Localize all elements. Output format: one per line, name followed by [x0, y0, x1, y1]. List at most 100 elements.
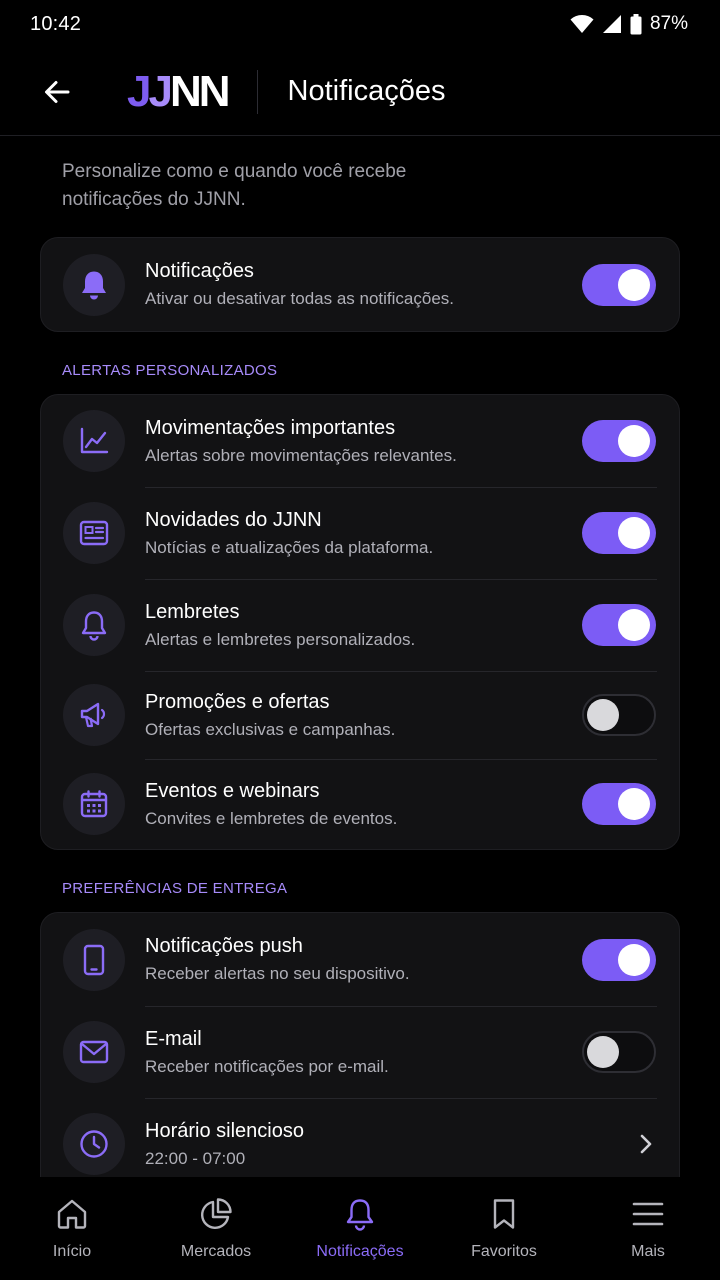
toggle-knob [618, 268, 650, 301]
megaphone-icon [80, 702, 106, 728]
nav-item-mais[interactable]: Mais [578, 1197, 718, 1261]
nav-label: Início [52, 1243, 92, 1260]
row-text: Novidades do JJNN Notícias e atualizaçõe… [145, 507, 433, 560]
nav-item-favoritos[interactable]: Favoritos [434, 1197, 574, 1261]
row-subtitle: Notícias e atualizações da plataforma. [145, 537, 434, 557]
header-divider [256, 69, 258, 114]
icon-circle [63, 773, 125, 835]
menu-icon [632, 1202, 664, 1226]
toggle-knob [618, 943, 650, 976]
row-text: Promoções e ofertas Ofertas exclusivas e… [145, 689, 395, 742]
row-title: Notificações [145, 260, 254, 282]
alert-row-movimentacoes[interactable]: Movimentações importantes Alertas sobre … [41, 395, 679, 487]
notifications-screen: 10:42 87% J J NN Notificações Personalize … [0, 0, 720, 1280]
logo-letter-j2: J [148, 66, 173, 116]
chevron-right-icon [640, 1134, 652, 1154]
bookmark-icon [493, 1199, 515, 1229]
nav-label: Favoritos [471, 1243, 537, 1260]
alerts-card: Movimentações importantes Alertas sobre … [40, 394, 680, 850]
section-label-alerts: ALERTAS PERSONALIZADOS [62, 362, 278, 379]
icon-circle [63, 1021, 125, 1083]
smartphone-icon [83, 944, 105, 975]
newspaper-icon [79, 520, 109, 546]
battery-percent: 87% [649, 13, 688, 34]
app-header: J J NN Notificações [0, 48, 720, 136]
pie-chart-icon [200, 1198, 232, 1230]
toggle-lembretes[interactable] [582, 604, 656, 646]
master-notifications-row[interactable]: Notificações Ativar ou desativar todas a… [41, 238, 679, 331]
trending-chart-icon [80, 427, 109, 454]
toggle-knob [618, 517, 650, 549]
row-title: Eventos e webinars [145, 779, 320, 802]
row-subtitle: Convites e lembretes de eventos. [145, 808, 398, 828]
back-button[interactable] [29, 64, 85, 120]
wifi-icon [570, 15, 594, 33]
row-title: Novidades do JJNN [145, 508, 322, 531]
delivery-row-quiet-hours[interactable]: Horário silencioso 22:00 - 07:00 [41, 1098, 679, 1177]
row-text: E-mail Receber notificações por e-mail. [145, 1026, 389, 1079]
row-text: Lembretes Alertas e lembretes personaliz… [145, 599, 415, 652]
nav-item-mercados[interactable]: Mercados [146, 1197, 286, 1261]
status-indicators: 87% [570, 13, 688, 35]
alert-row-promocoes[interactable]: Promoções e ofertas Ofertas exclusivas e… [41, 671, 679, 759]
icon-circle [63, 1113, 125, 1175]
row-title: Lembretes [145, 600, 240, 623]
icon-circle [63, 502, 125, 564]
clock-icon [80, 1130, 108, 1158]
master-text: Notificações Ativar ou desativar todas a… [145, 258, 454, 311]
row-text: Notificações push Receber alertas no seu… [145, 933, 410, 986]
logo-letter-j1: J [127, 66, 152, 116]
toggle-knob [618, 788, 650, 820]
toggle-push[interactable] [582, 938, 656, 981]
icon-circle [63, 928, 125, 991]
row-title: Horário silencioso [145, 1119, 304, 1142]
battery-icon [630, 13, 642, 34]
alert-row-eventos[interactable]: Eventos e webinars Convites e lembretes … [41, 759, 679, 849]
jjnn-logo: J J NN [127, 66, 231, 116]
delivery-row-email[interactable]: E-mail Receber notificações por e-mail. [41, 1006, 679, 1098]
status-bar: 10:42 87% [0, 0, 720, 48]
toggle-promocoes[interactable] [582, 694, 656, 736]
row-subtitle: Ofertas exclusivas e campanhas. [145, 719, 396, 739]
home-icon [57, 1199, 87, 1229]
row-title: Movimentações importantes [145, 416, 396, 439]
master-notifications-toggle[interactable] [582, 263, 656, 306]
cellular-signal-icon [602, 15, 621, 33]
icon-circle [63, 684, 125, 746]
status-time: 10:42 [30, 12, 82, 35]
alert-row-novidades[interactable]: Novidades do JJNN Notícias e atualizaçõe… [41, 487, 679, 579]
arrow-left-icon [45, 80, 70, 103]
delivery-card: Notificações push Receber alertas no seu… [40, 912, 680, 1177]
nav-label: Notificações [316, 1243, 404, 1260]
mail-icon [79, 1040, 109, 1064]
master-icon-circle [63, 253, 125, 316]
bell-outline-icon [81, 611, 107, 641]
master-notifications-card: Notificações Ativar ou desativar todas a… [40, 237, 680, 332]
toggle-eventos[interactable] [582, 783, 656, 825]
bell-icon [82, 271, 106, 299]
toggle-knob [587, 699, 619, 731]
nav-label: Mercados [180, 1243, 252, 1260]
icon-circle [63, 410, 125, 472]
row-subtitle: Receber alertas no seu dispositivo. [145, 964, 410, 983]
nav-item-notificacoes[interactable]: Notificações [290, 1197, 430, 1261]
calendar-icon [80, 790, 108, 818]
toggle-movimentacoes[interactable] [582, 420, 656, 462]
row-title: E-mail [145, 1027, 202, 1050]
delivery-row-push[interactable]: Notificações push Receber alertas no seu… [41, 913, 679, 1006]
bell-icon [346, 1199, 374, 1231]
page-title: Notificações [287, 75, 446, 107]
nav-item-inicio[interactable]: Início [2, 1197, 142, 1261]
section-label-delivery: PREFERÊNCIAS DE ENTREGA [62, 880, 288, 897]
intro-text: Personalize como e quando você recebe no… [62, 161, 407, 210]
row-subtitle: Ativar ou desativar todas as notificaçõe… [145, 289, 454, 308]
row-subtitle: Alertas e lembretes personalizados. [145, 629, 416, 649]
toggle-novidades[interactable] [582, 512, 656, 554]
row-title: Promoções e ofertas [145, 690, 330, 713]
icon-circle [63, 594, 125, 656]
alert-row-lembretes[interactable]: Lembretes Alertas e lembretes personaliz… [41, 579, 679, 671]
settings-content[interactable]: Personalize como e quando você recebe no… [0, 136, 720, 1177]
bottom-navigation: Início Mercados Notificações Favoritos M… [0, 1177, 720, 1280]
row-text: Horário silencioso 22:00 - 07:00 [145, 1118, 304, 1171]
toggle-email[interactable] [582, 1031, 656, 1073]
